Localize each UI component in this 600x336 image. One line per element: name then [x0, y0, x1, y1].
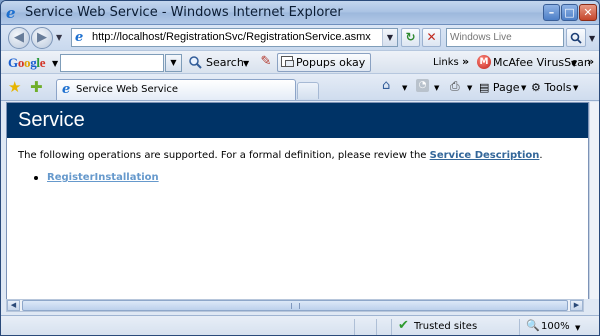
google-logo[interactable]: Google: [8, 55, 46, 71]
page-icon: ▤: [479, 81, 490, 94]
zoom-icon[interactable]: 🔍: [526, 319, 540, 332]
scroll-left-icon[interactable]: ◀: [7, 300, 20, 311]
forward-button[interactable]: ▶: [31, 27, 53, 49]
scroll-thumb[interactable]: [22, 300, 568, 311]
status-bar: ✔ Trusted sites 🔍 100% ▼: [1, 315, 599, 335]
google-search-options-icon[interactable]: ▼: [243, 59, 249, 68]
home-dropdown-icon[interactable]: ▼: [402, 84, 407, 92]
horizontal-scrollbar[interactable]: ◀ ▶: [6, 299, 584, 312]
page-ie-icon: e: [75, 30, 84, 45]
window-title: Service Web Service - Windows Internet E…: [25, 5, 343, 20]
stop-button[interactable]: ✕: [422, 28, 441, 47]
mcafee-icon: M: [477, 55, 491, 69]
google-toolbar: Google ▼ ▼ Search ▼ ✎ Popups okay Links …: [1, 50, 599, 74]
tools-dropdown-icon[interactable]: ▼: [573, 84, 578, 92]
popup-window-icon: [281, 56, 294, 67]
tools-menu[interactable]: ⚙ Tools: [531, 81, 571, 94]
close-button[interactable]: ✕: [579, 4, 597, 21]
live-search-input[interactable]: [447, 29, 559, 45]
intro-body: The following operations are supported. …: [18, 150, 430, 161]
mcafee-dropdown-icon[interactable]: ▼: [571, 59, 577, 68]
address-dropdown-icon[interactable]: ▼: [382, 29, 397, 46]
intro-end: .: [539, 150, 543, 161]
refresh-button[interactable]: ↻: [401, 28, 420, 47]
minimize-button[interactable]: –: [543, 4, 560, 21]
status-divider: [354, 319, 355, 335]
page-menu[interactable]: ▤ Page: [479, 81, 520, 94]
gear-icon: ⚙: [531, 81, 541, 94]
new-tab-button[interactable]: [297, 82, 319, 99]
recent-pages-dropdown-icon[interactable]: ▼: [56, 33, 62, 42]
ie-logo-icon: e: [6, 4, 16, 22]
back-button[interactable]: ◀: [8, 27, 30, 49]
search-go-button[interactable]: [566, 28, 586, 47]
google-search-icon[interactable]: [188, 55, 202, 69]
tab-ie-icon: e: [62, 82, 71, 97]
page-menu-label: Page: [492, 81, 520, 94]
address-toolbar: ◀ ▶ ▼ e http://localhost/RegistrationSvc…: [1, 25, 599, 50]
zoom-dropdown-icon[interactable]: ▼: [575, 324, 580, 332]
scrollbar-corner: [584, 299, 599, 312]
links-label[interactable]: Links: [433, 57, 459, 68]
intro-text: The following operations are supported. …: [18, 150, 543, 161]
status-divider: [376, 319, 377, 335]
feeds-icon[interactable]: ◔: [416, 79, 429, 92]
address-bar[interactable]: e http://localhost/RegistrationSvc/Regis…: [71, 28, 398, 47]
status-divider: [519, 319, 520, 335]
tools-menu-label: Tools: [544, 81, 572, 94]
magnifier-icon: [570, 32, 582, 44]
print-dropdown-icon[interactable]: ▼: [467, 84, 472, 92]
page-content: Service The following operations are sup…: [6, 102, 589, 300]
browser-window: e Service Web Service - Windows Internet…: [0, 0, 600, 336]
list-item: RegisterInstallation: [34, 172, 159, 183]
links-chevron-icon[interactable]: »: [462, 55, 469, 68]
popups-okay-button[interactable]: Popups okay: [277, 53, 372, 72]
feeds-dropdown-icon[interactable]: ▼: [434, 84, 439, 92]
google-search-input[interactable]: [60, 54, 164, 72]
operations-list: RegisterInstallation: [34, 172, 159, 183]
service-description-link[interactable]: Service Description: [430, 150, 540, 161]
title-bar[interactable]: e Service Web Service - Windows Internet…: [1, 1, 599, 25]
maximize-button[interactable]: □: [561, 4, 578, 21]
google-menu-dropdown-icon[interactable]: ▼: [52, 59, 58, 68]
live-search-box[interactable]: [446, 28, 564, 47]
search-options-dropdown-icon[interactable]: ▼: [589, 34, 595, 43]
page-header: Service: [7, 103, 588, 138]
add-favorite-icon[interactable]: ✚: [30, 78, 43, 96]
tab-command-bar: ★ ✚ e Service Web Service ⌂ ▼ ◔ ▼ ⎙ ▼ ▤ …: [1, 74, 599, 101]
register-installation-link[interactable]: RegisterInstallation: [47, 172, 159, 183]
tab-label: Service Web Service: [76, 84, 179, 95]
trusted-check-icon: ✔: [398, 318, 409, 333]
zoom-level[interactable]: 100%: [541, 321, 570, 332]
address-url[interactable]: http://localhost/RegistrationSvc/Registr…: [92, 31, 371, 43]
google-search-button[interactable]: Search: [206, 56, 244, 69]
vertical-scrollbar[interactable]: [589, 102, 599, 300]
page-dropdown-icon[interactable]: ▼: [521, 84, 526, 92]
popups-okay-label: Popups okay: [296, 56, 366, 69]
status-divider: [391, 319, 392, 335]
print-icon[interactable]: ⎙: [450, 79, 460, 94]
favorites-center-icon[interactable]: ★: [8, 78, 21, 96]
tab-service-web-service[interactable]: e Service Web Service: [56, 79, 296, 100]
scroll-right-icon[interactable]: ▶: [570, 300, 583, 311]
home-icon[interactable]: ⌂: [382, 78, 390, 93]
popup-blocker-icon[interactable]: ✎: [258, 54, 274, 70]
grip-icon: [291, 303, 300, 309]
google-search-dropdown-icon[interactable]: ▼: [165, 54, 182, 72]
page-title: Service: [18, 109, 85, 131]
toolbar-overflow-icon[interactable]: »: [587, 55, 594, 68]
security-zone[interactable]: Trusted sites: [414, 321, 477, 332]
